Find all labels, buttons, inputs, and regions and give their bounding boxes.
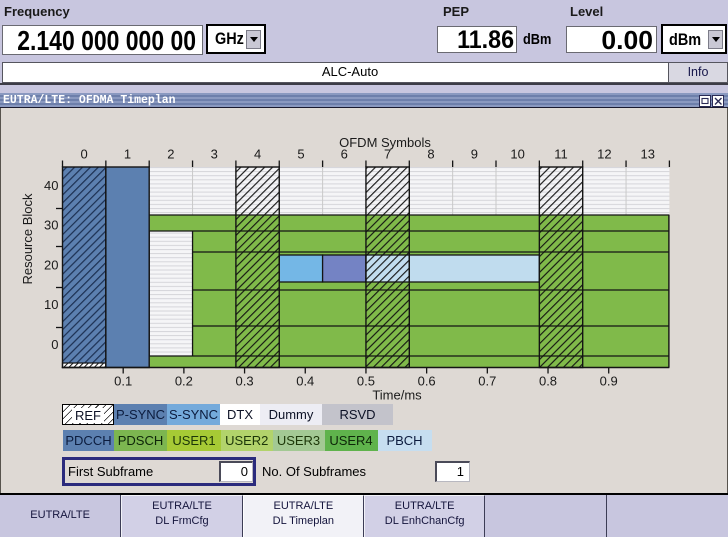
svg-text:1: 1 — [124, 147, 131, 162]
svg-text:11: 11 — [554, 147, 568, 162]
svg-text:20: 20 — [44, 258, 58, 273]
svg-text:0.4: 0.4 — [296, 374, 314, 389]
svg-text:0.8: 0.8 — [539, 374, 557, 389]
svg-text:0.3: 0.3 — [236, 374, 254, 389]
svg-text:0.9: 0.9 — [600, 374, 618, 389]
svg-text:6: 6 — [341, 147, 348, 162]
svg-text:0.6: 0.6 — [418, 374, 436, 389]
svg-text:10: 10 — [510, 147, 524, 162]
svg-text:2: 2 — [167, 147, 174, 162]
svg-text:12: 12 — [597, 147, 611, 162]
svg-text:0.5: 0.5 — [357, 374, 375, 389]
svg-text:0.7: 0.7 — [478, 374, 496, 389]
svg-text:7: 7 — [384, 147, 391, 162]
svg-text:40: 40 — [44, 178, 58, 193]
svg-text:Time/ms: Time/ms — [372, 388, 422, 403]
svg-text:13: 13 — [640, 147, 654, 162]
svg-text:8: 8 — [427, 147, 434, 162]
svg-text:3: 3 — [211, 147, 218, 162]
svg-text:5: 5 — [297, 147, 304, 162]
svg-text:0.1: 0.1 — [114, 374, 132, 389]
svg-text:0: 0 — [81, 147, 88, 162]
svg-text:9: 9 — [471, 147, 478, 162]
svg-text:30: 30 — [44, 218, 58, 233]
svg-text:0: 0 — [51, 337, 58, 352]
svg-text:4: 4 — [254, 147, 261, 162]
svg-text:0.2: 0.2 — [175, 374, 193, 389]
svg-text:Resource Block: Resource Block — [20, 193, 35, 285]
svg-text:10: 10 — [44, 297, 58, 312]
